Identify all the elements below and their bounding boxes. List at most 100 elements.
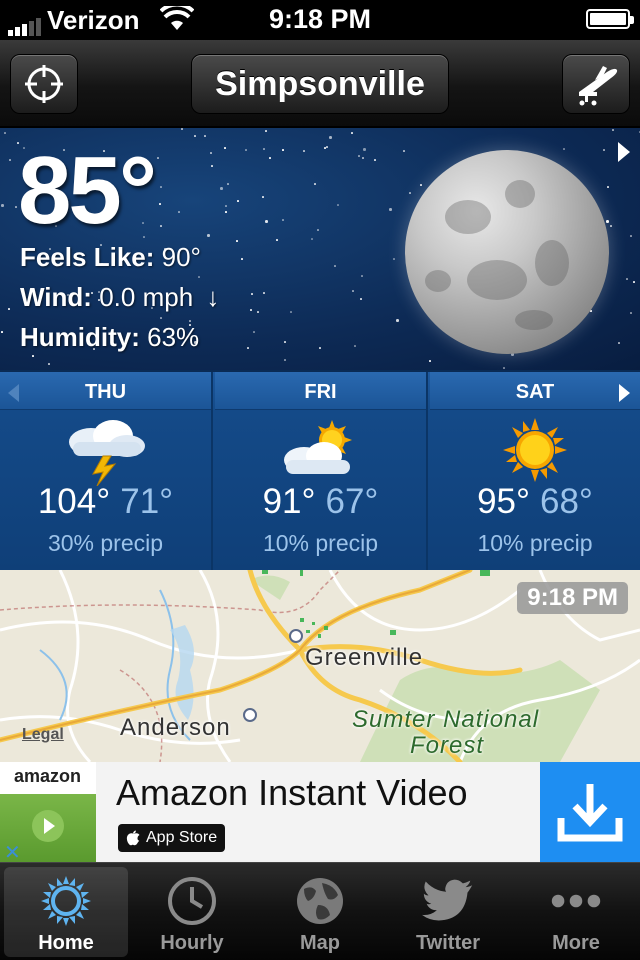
star bbox=[610, 225, 612, 227]
ad-brand: amazon bbox=[14, 766, 82, 786]
forecast-high: 91° bbox=[262, 482, 316, 521]
star bbox=[282, 219, 284, 221]
star bbox=[198, 276, 200, 278]
forecast-next-arrow-icon[interactable] bbox=[619, 384, 630, 402]
star bbox=[603, 149, 605, 151]
star bbox=[329, 136, 332, 139]
ad-title[interactable]: Amazon Instant Video bbox=[116, 772, 468, 814]
forecast-day[interactable]: FRI 91° 67° 10% precip bbox=[215, 372, 428, 572]
star bbox=[284, 359, 286, 361]
radar-map[interactable]: 9:18 PM Greenville Anderson Sumter Natio… bbox=[0, 570, 640, 762]
star bbox=[612, 129, 614, 131]
forecast-high: 104° bbox=[37, 482, 111, 521]
current-conditions-panel[interactable]: 85° Feels Like: 90° Wind: 0.0 mph ↓ Humi… bbox=[0, 128, 640, 370]
wind-direction-icon: ↓ bbox=[206, 282, 220, 312]
star bbox=[160, 225, 162, 227]
humidity-row: Humidity: 63% bbox=[20, 322, 199, 353]
next-arrow-icon[interactable] bbox=[618, 142, 630, 162]
wind-label: Wind: bbox=[20, 282, 92, 312]
star bbox=[503, 367, 505, 369]
app-store-badge[interactable]: App Store bbox=[118, 824, 226, 852]
tab-label: Hourly bbox=[160, 932, 224, 954]
star bbox=[265, 130, 267, 132]
star bbox=[210, 152, 212, 154]
star bbox=[607, 186, 609, 188]
moon-icon bbox=[405, 150, 609, 354]
star bbox=[250, 309, 252, 311]
star bbox=[337, 204, 339, 206]
ad-download-button[interactable] bbox=[540, 762, 640, 862]
tab-label: More bbox=[552, 932, 600, 954]
forecast-day[interactable]: THU 104° 71° 30% precip bbox=[0, 372, 213, 572]
thunderstorm-icon bbox=[68, 420, 145, 486]
humidity-value: 63% bbox=[147, 322, 200, 352]
forecast-day-name: FRI bbox=[215, 372, 426, 410]
forecast-precip: 10% precip bbox=[477, 530, 593, 556]
clock-icon bbox=[168, 877, 216, 925]
star bbox=[282, 149, 284, 151]
star bbox=[211, 165, 213, 167]
feels-like-row: Feels Like: 90° bbox=[20, 242, 201, 273]
tab-label: Map bbox=[300, 932, 340, 954]
star bbox=[630, 235, 632, 237]
star bbox=[194, 135, 196, 137]
play-icon bbox=[32, 810, 64, 842]
star bbox=[358, 155, 360, 157]
star bbox=[8, 308, 10, 310]
navigation-bar: Simpsonville bbox=[0, 40, 640, 128]
ad-banner[interactable]: amazon ✕ Amazon Instant Video App Store bbox=[0, 762, 640, 864]
star bbox=[303, 150, 305, 152]
forecast-low: 67° bbox=[325, 482, 379, 521]
tab-hourly[interactable]: Hourly bbox=[130, 867, 254, 957]
crosshair-icon bbox=[25, 65, 63, 103]
star bbox=[32, 355, 34, 357]
star bbox=[237, 200, 239, 202]
star bbox=[157, 157, 159, 159]
star bbox=[247, 347, 249, 349]
star bbox=[236, 240, 238, 242]
star bbox=[48, 363, 50, 365]
star bbox=[253, 331, 255, 333]
star bbox=[227, 183, 229, 185]
star bbox=[160, 317, 162, 319]
forecast-strip[interactable]: THU 104° 71° 30% precip FRI 91° 67° 10% … bbox=[0, 370, 640, 572]
star bbox=[225, 205, 227, 207]
travel-button[interactable] bbox=[562, 54, 630, 114]
star bbox=[563, 148, 565, 150]
locate-button[interactable] bbox=[10, 54, 78, 114]
star bbox=[618, 342, 620, 344]
sunny-icon bbox=[503, 418, 567, 482]
forecast-precip: 10% precip bbox=[262, 530, 379, 556]
feels-like-label: Feels Like: bbox=[20, 242, 155, 272]
star bbox=[360, 298, 362, 300]
legal-link[interactable]: Legal bbox=[22, 726, 64, 744]
tab-map[interactable]: Map bbox=[258, 867, 382, 957]
star bbox=[262, 196, 264, 198]
star bbox=[630, 312, 632, 314]
star bbox=[1, 331, 3, 333]
star bbox=[4, 132, 6, 134]
star bbox=[241, 258, 243, 260]
tab-more[interactable]: More bbox=[514, 867, 638, 957]
battery-icon bbox=[586, 9, 634, 29]
star bbox=[204, 135, 206, 137]
star bbox=[284, 341, 286, 343]
star bbox=[606, 220, 609, 223]
star bbox=[396, 319, 399, 322]
forecast-previous-arrow-icon[interactable] bbox=[8, 384, 19, 402]
forecast-temps: 104° 71° bbox=[0, 482, 211, 522]
wind-value: 0.0 mph bbox=[99, 282, 194, 312]
star bbox=[362, 157, 364, 159]
forecast-day[interactable]: SAT 95° 68° 10% precip bbox=[430, 372, 640, 572]
globe-icon bbox=[297, 878, 343, 924]
star bbox=[160, 186, 162, 188]
star bbox=[276, 239, 278, 241]
star bbox=[290, 311, 292, 313]
map-timestamp: 9:18 PM bbox=[517, 582, 628, 614]
tab-twitter[interactable]: Twitter bbox=[386, 867, 510, 957]
star bbox=[374, 159, 376, 161]
download-icon bbox=[557, 784, 623, 842]
city-selector-button[interactable]: Simpsonville bbox=[191, 54, 449, 114]
star bbox=[245, 149, 247, 151]
tab-home[interactable]: Home bbox=[4, 867, 128, 957]
